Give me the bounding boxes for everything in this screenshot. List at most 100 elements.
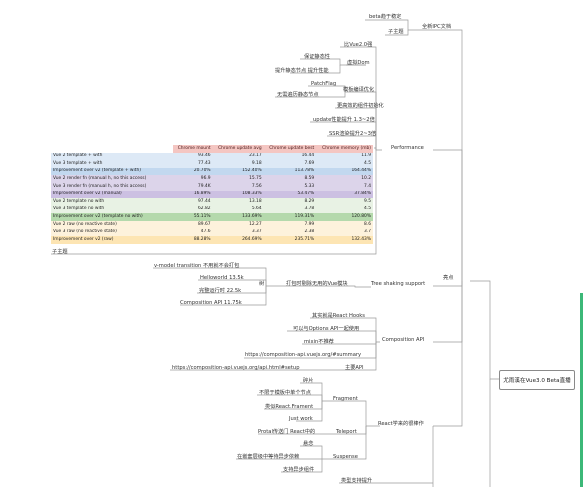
table-cell-value: 11.9 <box>361 153 371 159</box>
table-cell-value: 96.9 <box>200 175 211 181</box>
table-cell-value: 20.70% <box>193 168 211 174</box>
table-cell-name: Vue 3 render fn (manual h, no this acces… <box>53 183 147 189</box>
table-cell-value: 2.38 <box>304 229 315 235</box>
table-cell-value: 88.28% <box>193 236 211 242</box>
table-cell-name: Improvement over v2 (manual) <box>53 191 122 197</box>
table-row: Improvement over v2 (raw) 88.28% 264.69% 23… <box>51 236 373 244</box>
node-suspense-1[interactable]: 悬念 <box>303 441 313 447</box>
table-cell-value: 15.75 <box>249 175 262 181</box>
node-skip-static[interactable]: 无需遍历静态节点 <box>277 92 319 98</box>
node-teleport[interactable]: Teleport <box>336 429 357 435</box>
table-cell-value: 4.5 <box>364 160 371 166</box>
node-react-hooks[interactable]: 其实就是React Hooks <box>312 313 365 319</box>
table-row: Vue 3 template + with 77.43 9.18 7.69 4.5 <box>51 160 373 168</box>
table-cell-value: 8.59 <box>304 175 315 181</box>
node-hello[interactable]: Helloworld 13.5k <box>200 275 244 281</box>
table-cell-value: 7.99 <box>304 221 315 227</box>
table-header-cell: Chrome update avg <box>212 145 264 153</box>
node-vdom[interactable]: 虚拟Dom <box>347 60 370 66</box>
table-cell-value: 3.78 <box>304 206 315 212</box>
table-cell-value: 16.44 <box>301 153 315 159</box>
table-cell-value: 7.4 <box>364 183 371 189</box>
table-cell-name: Vue 2 raw (no reactive state) <box>53 221 117 227</box>
node-patchflag[interactable]: PatchFlag <box>311 81 336 87</box>
node-update[interactable]: update性能提升 1.3~2倍 <box>313 117 375 123</box>
table-cell-value: 53.47% <box>297 191 315 197</box>
table-cell-value: 23.17 <box>249 153 262 159</box>
table-cell-value: 108.33% <box>242 191 262 197</box>
node-beta[interactable]: beta趋于稳定 <box>369 14 401 20</box>
node-static-guarantee[interactable]: 保证静态性 <box>304 54 330 60</box>
node-fragment-1[interactable]: 不限于模板中单个节点 <box>259 390 311 396</box>
node-composition-api[interactable]: Composition API <box>382 337 424 343</box>
table-cell-value: 37.84% <box>354 191 371 197</box>
table-cell-value: 89.67 <box>198 221 211 227</box>
table-cell-name: Vue 3 template + with <box>53 160 103 166</box>
benchmark-table: Chrome mount Chrome update avg Chrome upda… <box>51 145 373 244</box>
root-label: 尤雨溪在Vue3.0 Beta直播 <box>503 378 571 384</box>
table-cell-name: Vue 3 template no with <box>53 206 105 212</box>
node-portal[interactable]: Protal传送门 React中的 <box>258 429 315 435</box>
table-cell-value: 119.31% <box>294 213 315 219</box>
node-suspense-2[interactable]: 在嵌套层级中等待异步依赖 <box>237 454 299 460</box>
table-cell-value: 16.89% <box>193 191 211 197</box>
table-cell-value: 8.29 <box>304 198 315 204</box>
node-ssr[interactable]: SSR渲染提升2~3倍 <box>329 131 376 137</box>
table-row: Vue 3 raw (no reactive state) 47.6 3.37 2.3… <box>51 228 373 237</box>
table-row: Vue 2 template no with 97.44 13.18 8.29 9.5 <box>51 198 373 206</box>
table-cell-value: 132.43% <box>351 236 371 242</box>
node-performance[interactable]: Performance <box>391 145 424 151</box>
table-cell-value: 93.46 <box>198 153 211 159</box>
node-url-setup[interactable]: https://composition-api.vuejs.org/api.ht… <box>172 365 300 371</box>
node-subtopic-2[interactable]: 子主题 <box>52 249 68 255</box>
root-node[interactable]: 尤雨溪在Vue3.0 Beta直播 <box>499 370 575 390</box>
table-cell-value: 113.78% <box>294 168 315 174</box>
table-row: Vue 2 render fn (manual h, no this acces… <box>51 175 373 183</box>
table-cell-value: 47.6 <box>200 229 211 235</box>
table-cell-value: 10.2 <box>361 175 371 181</box>
node-stronger[interactable]: 比Vue2.0强 <box>344 42 372 48</box>
node-tree-small[interactable]: 树 <box>259 281 264 287</box>
node-react[interactable]: React学来的很棒作 <box>378 421 424 427</box>
table-cell-name: Improvement over v2 (template + with) <box>53 168 141 174</box>
node-highlights[interactable]: 亮点 <box>443 275 453 281</box>
table-cell-value: 120.80% <box>351 213 371 219</box>
table-row: Vue 2 template + with 93.46 23.17 16.44 11.9 <box>51 152 373 161</box>
table-row: Improvement over v2 (template no with) 55… <box>51 213 373 221</box>
node-template-opt[interactable]: 模板编译优化 <box>343 87 374 93</box>
table-cell-value: 55.11% <box>193 213 211 219</box>
node-fragment[interactable]: Fragment <box>333 396 358 402</box>
node-url-summary[interactable]: https://composition-api.vuejs.org/#summa… <box>245 352 361 358</box>
node-async[interactable]: 支持异步组件 <box>283 467 314 473</box>
node-subtopic[interactable]: 子主题 <box>388 29 404 35</box>
node-ipc[interactable]: 全新IPC文档 <box>422 24 451 30</box>
table-cell-value: 152.40% <box>242 168 262 174</box>
node-vmodel[interactable]: v-model transition 不用就不会打包 <box>154 263 239 269</box>
table-cell-value: 235.71% <box>294 236 315 242</box>
node-types[interactable]: 类型支持提升 <box>341 478 372 484</box>
node-main-api[interactable]: 主要API <box>345 365 364 371</box>
node-hoist[interactable]: 提升静态节点 提升性能 <box>275 68 329 74</box>
table-row: Improvement over v2 (template + with) 20.… <box>51 167 373 176</box>
table-cell-value: 7.69 <box>304 160 315 166</box>
table-header-cell: Chrome update best <box>263 145 317 153</box>
table-header-cell <box>51 145 173 153</box>
table-header-cell: Chrome mount <box>173 145 213 153</box>
node-suspense[interactable]: Suspense <box>333 454 358 460</box>
node-options[interactable]: 可以与Options API一起使用 <box>293 326 359 332</box>
node-just-work[interactable]: Just work <box>289 416 313 422</box>
table-cell-value: 264.69% <box>242 236 262 242</box>
node-packaging[interactable]: 打包时剔除无用的Vue模块 <box>286 281 348 287</box>
node-comp-size[interactable]: Composition API 11.75k <box>180 300 242 306</box>
table-cell-value: 3.7 <box>364 229 371 235</box>
table-cell-value: 77.43 <box>198 160 211 166</box>
table-cell-value: 13.18 <box>249 198 262 204</box>
table-row: Vue 2 raw (no reactive state) 89.67 12.27 7… <box>51 220 373 229</box>
table-row: Vue 3 template no with 62.82 5.64 3.78 4.5 <box>51 205 373 214</box>
node-full-runtime[interactable]: 完整运行时 22.5k <box>199 288 241 294</box>
node-fragment-2[interactable]: 类似React.Frament <box>265 404 313 410</box>
node-fragment-c[interactable]: 碎片 <box>303 378 313 384</box>
node-mixin[interactable]: mixin不推荐 <box>304 339 334 345</box>
node-tree-shaking[interactable]: Tree shaking support <box>371 281 425 287</box>
node-init[interactable]: 更高效的组件初始化 <box>337 103 384 109</box>
